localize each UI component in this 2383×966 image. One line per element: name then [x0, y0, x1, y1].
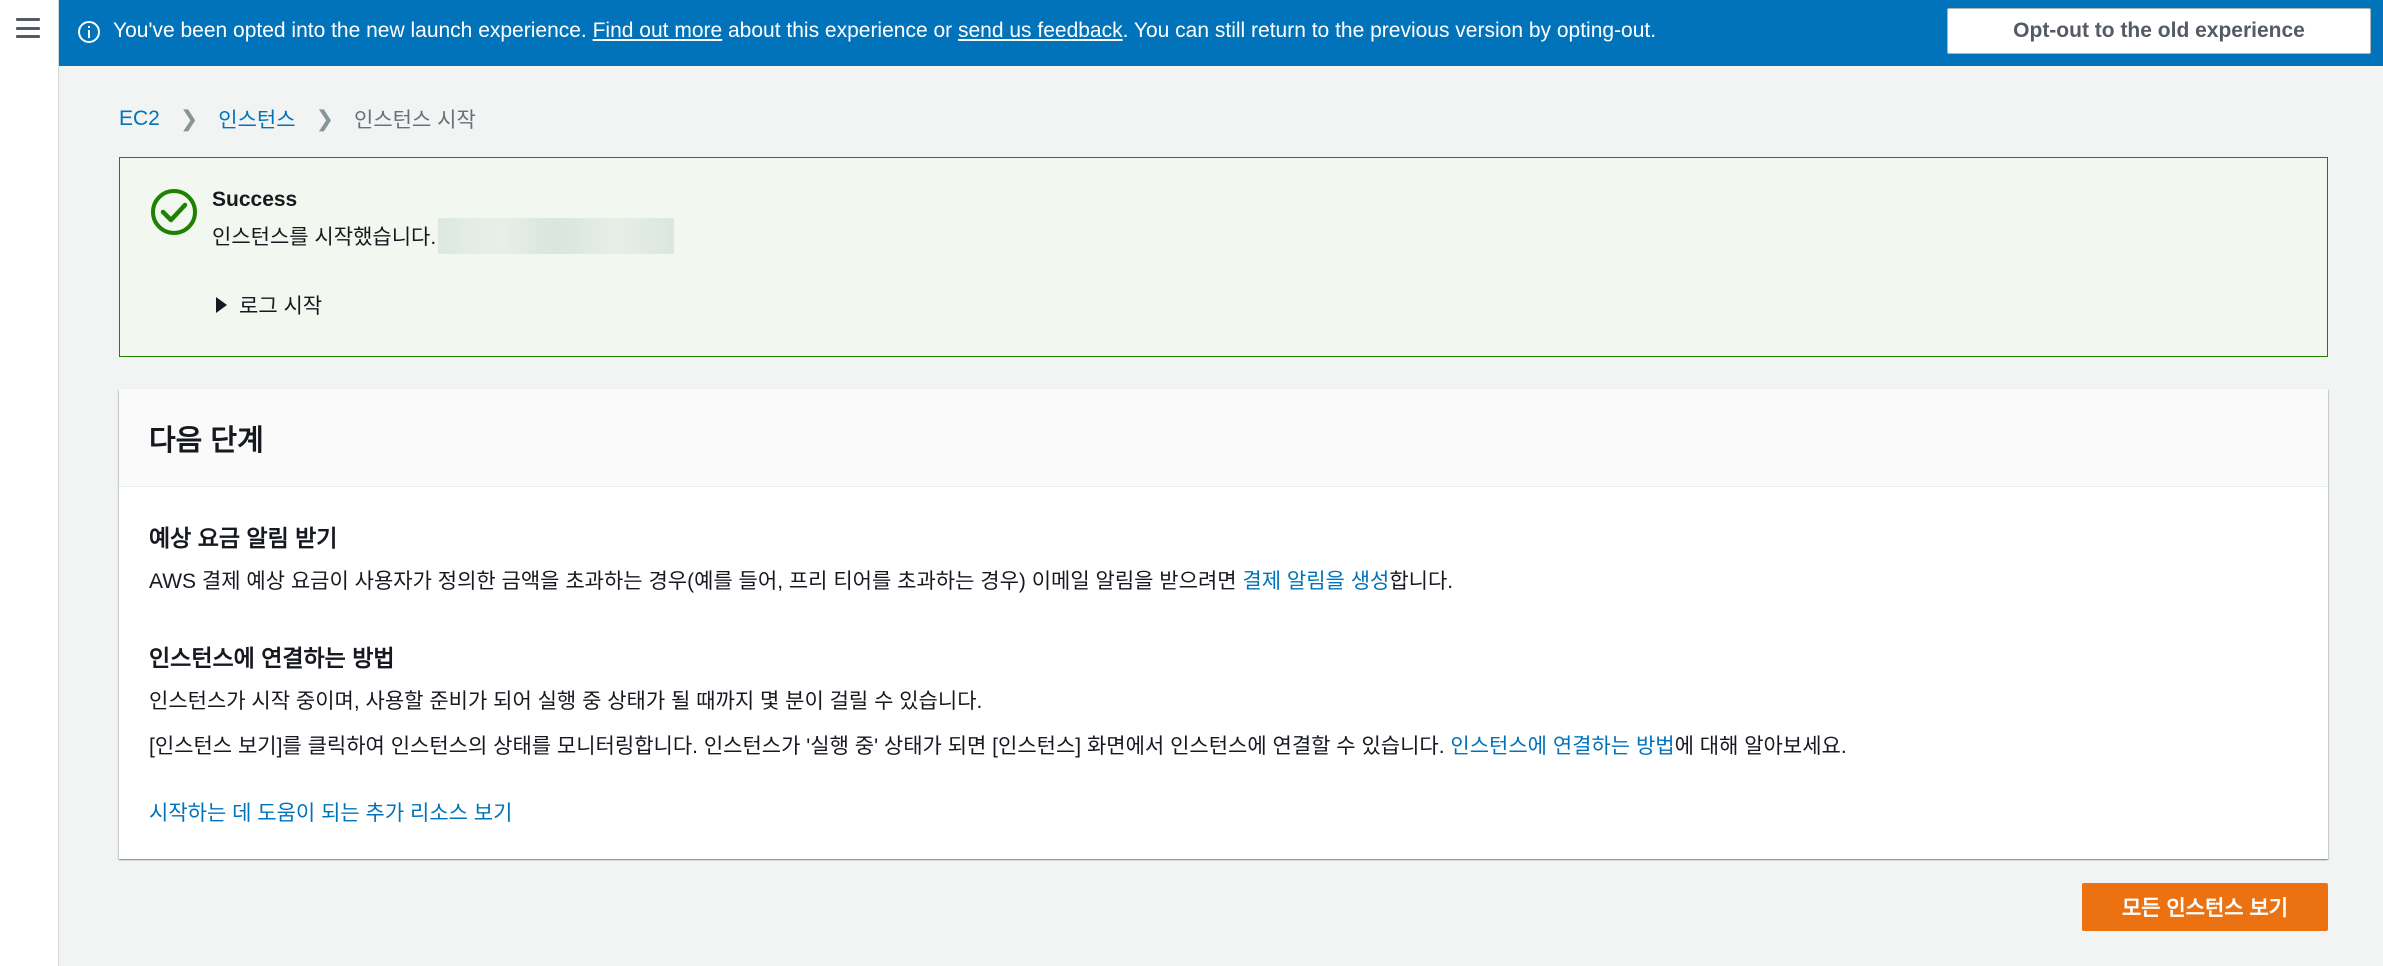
- how-to-connect-link[interactable]: 인스턴스에 연결하는 방법: [1450, 735, 1674, 758]
- flashbar-message: You've been opted into the new launch ex…: [113, 18, 1656, 44]
- caret-right-icon: [216, 297, 227, 313]
- flashbar-text-before: You've been opted into the new launch ex…: [113, 19, 593, 42]
- info-icon: [78, 21, 100, 43]
- optout-button[interactable]: Opt-out to the old experience: [1947, 8, 2371, 54]
- flashbar-text-middle: about this experience or: [722, 19, 958, 42]
- billing-alert-suffix: 합니다.: [1389, 570, 1454, 593]
- next-steps-header: 다음 단계: [119, 389, 2328, 487]
- chevron-right-icon: ❯: [179, 106, 199, 131]
- success-message: 인스턴스를 시작했습니다.: [212, 218, 675, 254]
- connect-instance-desc: [인스턴스 보기]를 클릭하여 인스턴스의 상태를 모니터링합니다. 인스턴스가…: [149, 735, 1451, 758]
- breadcrumb-ec2[interactable]: EC2: [119, 107, 160, 131]
- connect-instance-suffix: 에 대해 알아보세요.: [1674, 735, 1847, 758]
- check-circle-icon: [151, 189, 197, 235]
- hamburger-icon[interactable]: [16, 18, 40, 38]
- left-nav-rail: [0, 0, 59, 966]
- billing-alert-text: AWS 결제 예상 요금이 사용자가 정의한 금액을 초과하는 경우(예를 들어…: [149, 565, 1453, 595]
- launch-log-toggle[interactable]: 로그 시작: [216, 290, 322, 320]
- success-message-text: 인스턴스를 시작했습니다.: [212, 226, 437, 249]
- next-steps-card: 다음 단계 예상 요금 알림 받기 AWS 결제 예상 요금이 사용자가 정의한…: [119, 389, 2328, 859]
- flashbar-text-after: . You can still return to the previous v…: [1122, 19, 1657, 42]
- breadcrumb: EC2 ❯ 인스턴스 ❯ 인스턴스 시작: [119, 104, 476, 134]
- breadcrumb-instances[interactable]: 인스턴스: [218, 104, 295, 134]
- billing-alert-heading: 예상 요금 알림 받기: [149, 525, 338, 551]
- breadcrumb-current: 인스턴스 시작: [354, 109, 476, 132]
- send-feedback-link[interactable]: send us feedback: [958, 19, 1123, 42]
- launch-log-label: 로그 시작: [239, 295, 323, 318]
- chevron-right-icon: ❯: [315, 106, 335, 131]
- billing-alert-desc: AWS 결제 예상 요금이 사용자가 정의한 금액을 초과하는 경우(예를 들어…: [149, 570, 1243, 593]
- connect-instance-heading: 인스턴스에 연결하는 방법: [149, 645, 395, 671]
- next-steps-title: 다음 단계: [149, 425, 264, 457]
- connect-instance-line1: 인스턴스가 시작 중이며, 사용할 준비가 되어 실행 중 상태가 될 때까지 …: [149, 690, 983, 713]
- create-billing-alert-link[interactable]: 결제 알림을 생성: [1242, 570, 1389, 593]
- success-alert: Success 인스턴스를 시작했습니다. 로그 시작: [119, 157, 2328, 357]
- more-resources-link[interactable]: 시작하는 데 도움이 되는 추가 리소스 보기: [149, 797, 512, 827]
- connect-instance-line2: [인스턴스 보기]를 클릭하여 인스턴스의 상태를 모니터링합니다. 인스턴스가…: [149, 730, 1847, 760]
- launch-experience-flashbar: You've been opted into the new launch ex…: [59, 0, 2383, 66]
- success-title: Success: [212, 188, 298, 211]
- view-all-instances-button[interactable]: 모든 인스턴스 보기: [2082, 883, 2328, 931]
- redacted-instance-id: [438, 218, 675, 254]
- find-out-more-link[interactable]: Find out more: [593, 19, 723, 42]
